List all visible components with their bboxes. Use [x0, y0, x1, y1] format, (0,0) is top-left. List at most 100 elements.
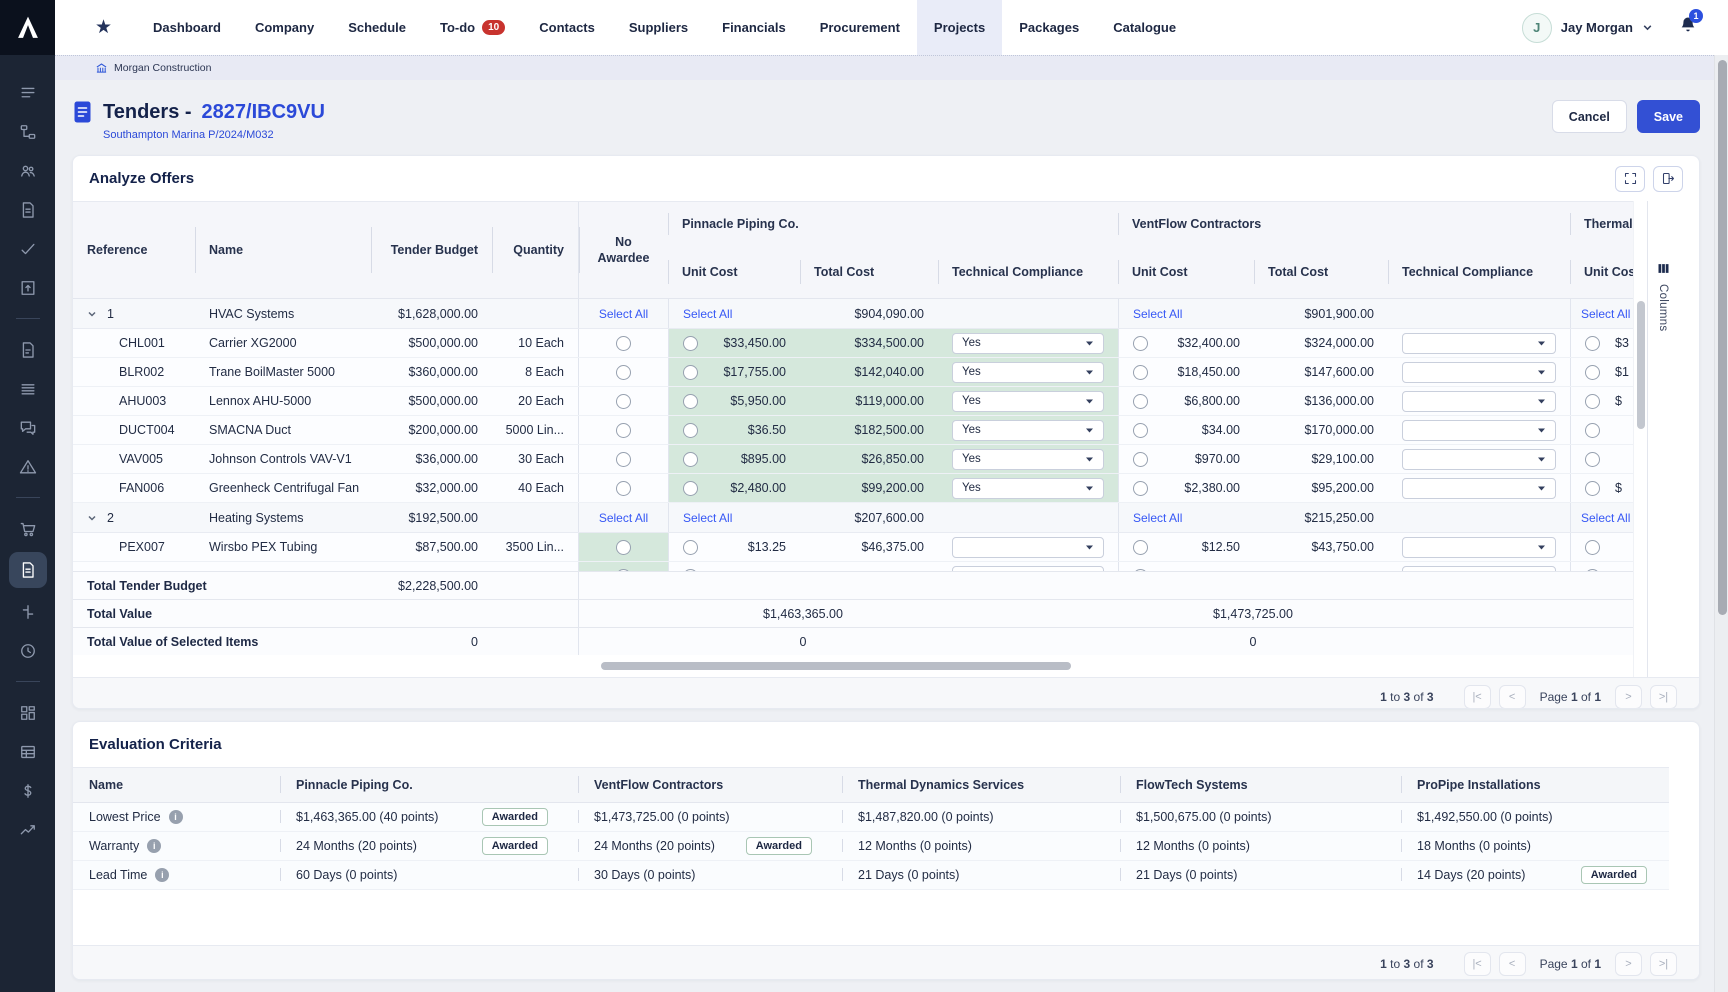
- pagination-last-button[interactable]: >|: [1650, 952, 1677, 976]
- no-awardee-radio[interactable]: [616, 394, 631, 409]
- select-all-link[interactable]: Select All: [599, 307, 648, 321]
- sidebar-item-tenders[interactable]: [9, 552, 47, 588]
- nav-item-schedule[interactable]: Schedule: [331, 0, 423, 55]
- technical-compliance-select[interactable]: [1402, 537, 1556, 558]
- sidebar-item-warning[interactable]: [9, 451, 47, 482]
- notifications-button[interactable]: 1: [1678, 15, 1698, 40]
- technical-compliance-select[interactable]: [952, 537, 1104, 558]
- unit-cost-radio[interactable]: [683, 569, 698, 572]
- chevron-down-icon[interactable]: [1642, 22, 1653, 33]
- unit-cost-radio[interactable]: [1133, 394, 1148, 409]
- select-all-link[interactable]: Select All: [599, 511, 648, 525]
- pagination-first-button[interactable]: |<: [1464, 952, 1491, 976]
- user-name[interactable]: Jay Morgan: [1561, 20, 1633, 35]
- window-scrollbar-thumb[interactable]: [1718, 60, 1727, 615]
- column-header-ventflow-contractors-unit-cost[interactable]: Unit Cost: [1118, 246, 1254, 298]
- nav-item-suppliers[interactable]: Suppliers: [612, 0, 705, 55]
- unit-cost-radio[interactable]: [683, 452, 698, 467]
- pagination-last-button[interactable]: >|: [1650, 685, 1677, 709]
- column-header-ventflow-contractors-technical-compliance[interactable]: Technical Compliance: [1388, 246, 1570, 298]
- column-header-name[interactable]: Name: [73, 768, 280, 802]
- sidebar-item-list[interactable]: [9, 77, 47, 108]
- pagination-first-button[interactable]: |<: [1464, 685, 1491, 709]
- unit-cost-radio[interactable]: [1133, 540, 1148, 555]
- sidebar-item-table[interactable]: [9, 736, 47, 767]
- unit-cost-radio[interactable]: [1585, 452, 1600, 467]
- unit-cost-radio[interactable]: [683, 423, 698, 438]
- column-header-thermal-dynamics-services[interactable]: Thermal Dynamics Services: [842, 768, 1120, 802]
- select-all-link[interactable]: Select All: [1133, 307, 1182, 321]
- unit-cost-radio[interactable]: [1133, 481, 1148, 496]
- vertical-scrollbar-thumb[interactable]: [1637, 301, 1645, 429]
- technical-compliance-select[interactable]: [952, 566, 1104, 572]
- technical-compliance-select[interactable]: [1402, 566, 1556, 572]
- sidebar-item-grid[interactable]: [9, 697, 47, 728]
- unit-cost-radio[interactable]: [683, 336, 698, 351]
- nav-item-financials[interactable]: Financials: [705, 0, 803, 55]
- sidebar-item-check[interactable]: [9, 233, 47, 264]
- technical-compliance-select[interactable]: [1402, 333, 1556, 354]
- technical-compliance-select[interactable]: [1402, 420, 1556, 441]
- technical-compliance-select[interactable]: Yes: [952, 420, 1104, 441]
- unit-cost-radio[interactable]: [1585, 423, 1600, 438]
- cancel-button[interactable]: Cancel: [1552, 100, 1627, 133]
- column-header-pinnacle-piping-co-unit-cost[interactable]: Unit Cost: [668, 246, 800, 298]
- column-header-ventflow-contractors[interactable]: VentFlow Contractors: [578, 768, 842, 802]
- technical-compliance-select[interactable]: Yes: [952, 333, 1104, 354]
- pagination-next-button[interactable]: >: [1615, 685, 1642, 709]
- column-header-ventflow-contractors-total-cost[interactable]: Total Cost: [1254, 246, 1388, 298]
- technical-compliance-select[interactable]: [1402, 362, 1556, 383]
- unit-cost-radio[interactable]: [1133, 423, 1148, 438]
- columns-side-tab[interactable]: Columns: [1647, 201, 1678, 677]
- sidebar-item-cart[interactable]: [9, 513, 47, 544]
- nav-item-dashboard[interactable]: Dashboard: [136, 0, 238, 55]
- nav-item-packages[interactable]: Packages: [1002, 0, 1096, 55]
- open-side-panel-button[interactable]: [1653, 166, 1683, 192]
- unit-cost-radio[interactable]: [683, 394, 698, 409]
- pagination-prev-button[interactable]: <: [1499, 952, 1526, 976]
- technical-compliance-select[interactable]: Yes: [952, 478, 1104, 499]
- breadcrumb[interactable]: Morgan Construction: [55, 55, 1728, 80]
- row-expander[interactable]: 1: [73, 299, 195, 328]
- no-awardee-radio[interactable]: [616, 336, 631, 351]
- unit-cost-radio[interactable]: [1133, 452, 1148, 467]
- sidebar-item-clock[interactable]: [9, 635, 47, 666]
- sidebar-item-file-upload[interactable]: [9, 272, 47, 303]
- nav-item-projects[interactable]: Projects: [917, 0, 1002, 55]
- sidebar-item-users[interactable]: [9, 155, 47, 186]
- sidebar-item-document[interactable]: [9, 194, 47, 225]
- no-awardee-radio[interactable]: [616, 481, 631, 496]
- column-header-pinnacle-piping-co[interactable]: Pinnacle Piping Co.: [280, 768, 578, 802]
- info-icon[interactable]: i: [169, 810, 183, 824]
- sidebar-item-file[interactable]: [9, 334, 47, 365]
- select-all-link[interactable]: Select All: [683, 511, 732, 525]
- select-all-link[interactable]: Select All: [683, 307, 732, 321]
- pagination-next-button[interactable]: >: [1615, 952, 1642, 976]
- tender-code-link[interactable]: 2827/IBC9VU: [202, 101, 325, 124]
- sidebar-item-rows[interactable]: [9, 373, 47, 404]
- sidebar-item-chat[interactable]: [9, 412, 47, 443]
- unit-cost-radio[interactable]: [683, 365, 698, 380]
- technical-compliance-select[interactable]: [1402, 478, 1556, 499]
- unit-cost-radio[interactable]: [1585, 365, 1600, 380]
- unit-cost-radio[interactable]: [1133, 365, 1148, 380]
- column-header-name[interactable]: Name: [195, 202, 371, 298]
- unit-cost-radio[interactable]: [683, 481, 698, 496]
- no-awardee-radio[interactable]: [616, 540, 631, 555]
- column-header-pinnacle-piping-co-technical-compliance[interactable]: Technical Compliance: [938, 246, 1118, 298]
- sidebar-item-dollar[interactable]: [9, 775, 47, 806]
- technical-compliance-select[interactable]: Yes: [952, 449, 1104, 470]
- unit-cost-radio[interactable]: [1585, 569, 1600, 572]
- column-header-thermal-dynamics-services-unit-cost[interactable]: Unit Cost: [1570, 246, 1633, 298]
- no-awardee-radio[interactable]: [616, 569, 631, 572]
- horizontal-scrollbar-thumb[interactable]: [601, 662, 1071, 670]
- expand-panel-button[interactable]: [1615, 166, 1645, 192]
- avatar[interactable]: J: [1522, 13, 1552, 43]
- select-all-link[interactable]: Select All: [1581, 511, 1630, 525]
- nav-item-company[interactable]: Company: [238, 0, 331, 55]
- pagination-prev-button[interactable]: <: [1499, 685, 1526, 709]
- sidebar-item-hierarchy[interactable]: [9, 116, 47, 147]
- column-header-quantity[interactable]: Quantity: [492, 202, 578, 298]
- column-header-pinnacle-piping-co-total-cost[interactable]: Total Cost: [800, 246, 938, 298]
- technical-compliance-select[interactable]: Yes: [952, 362, 1104, 383]
